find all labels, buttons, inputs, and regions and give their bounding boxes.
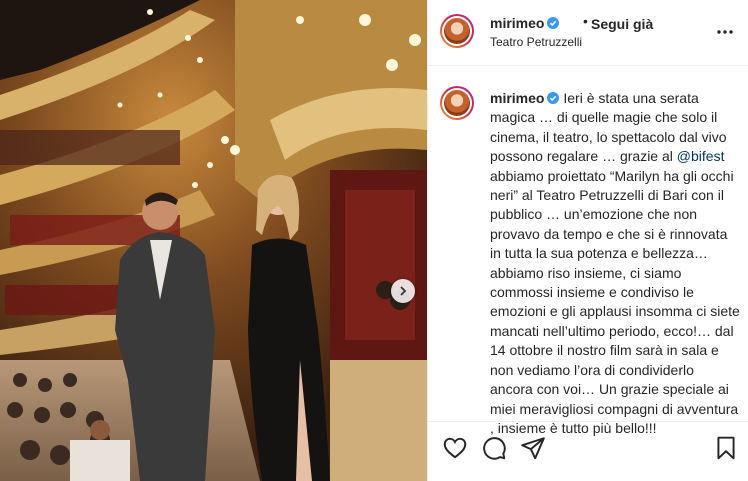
caption-text-after: abbiamo proiettato “Marilyn ha gli occhi… [490,167,740,436]
post-header: mirimeo • Segui già Teatro Petruzzelli [428,0,748,66]
post-caption: mirimeo Ieri è stata una serata magica …… [490,89,740,438]
paper-plane-icon[interactable] [520,435,546,461]
separator-dot: • [583,13,588,29]
mention-link[interactable]: @bifest [677,148,725,164]
verified-badge-icon [547,17,560,29]
next-photo-button[interactable] [391,279,415,303]
author-avatar[interactable] [440,14,474,48]
caption-author-avatar[interactable] [440,86,474,120]
author-username[interactable]: mirimeo [490,15,560,33]
action-bar [428,421,748,481]
post-photo[interactable] [0,0,427,481]
verified-badge-icon [547,92,560,104]
more-options-icon[interactable] [715,22,735,42]
caption-username[interactable]: mirimeo [490,90,544,106]
location-link[interactable]: Teatro Petruzzelli [490,35,582,49]
comment-icon[interactable] [481,435,507,461]
follow-button[interactable]: Segui già [591,16,653,32]
bookmark-icon[interactable] [713,435,739,461]
heart-icon[interactable] [442,435,468,461]
post-side-panel: mirimeo • Segui già Teatro Petruzzelli m… [427,0,748,481]
theatre-photo-image [0,0,427,481]
chevron-right-icon [400,286,407,296]
